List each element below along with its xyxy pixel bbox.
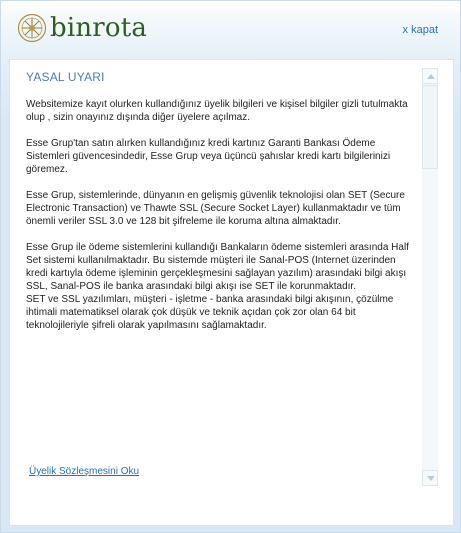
- notice-paragraph: Esse Grup, sistemlerinde, dünyanın en ge…: [26, 190, 405, 227]
- vertical-scrollbar[interactable]: [422, 68, 438, 486]
- notice-title: YASAL UYARI: [26, 70, 105, 84]
- notice-paragraph: Websitemize kayıt olurken kullandığınız …: [26, 99, 408, 123]
- notice-text: YASAL UYARI Websitemize kayıt olurken ku…: [26, 68, 411, 332]
- notice-paragraph: SET ve SSL yazılımları, müşteri - işletm…: [26, 294, 394, 331]
- notice-paragraph: Esse Grup'tan satın alırken kullandığını…: [26, 138, 391, 175]
- notice-paragraph: Esse Grup ile ödeme sistemlerini kulland…: [26, 242, 409, 292]
- binrota-logo-icon: [17, 13, 47, 43]
- content-panel: YASAL UYARI Websitemize kayıt olurken ku…: [9, 59, 454, 526]
- brand-logo[interactable]: binrota: [17, 11, 147, 45]
- arrow-down-icon: [427, 476, 435, 481]
- scroll-down-button[interactable]: [422, 470, 438, 486]
- legal-notice-popup: binrota x kapat YASAL UYARI Websitemize …: [0, 0, 461, 533]
- scroll-up-button[interactable]: [422, 68, 438, 84]
- arrow-up-icon: [427, 74, 435, 79]
- close-button[interactable]: x kapat: [403, 24, 438, 36]
- membership-agreement-link[interactable]: Üyelik Sözleşmesini Oku: [29, 466, 139, 477]
- brand-name: binrota: [50, 13, 148, 43]
- scroll-thumb[interactable]: [422, 85, 438, 169]
